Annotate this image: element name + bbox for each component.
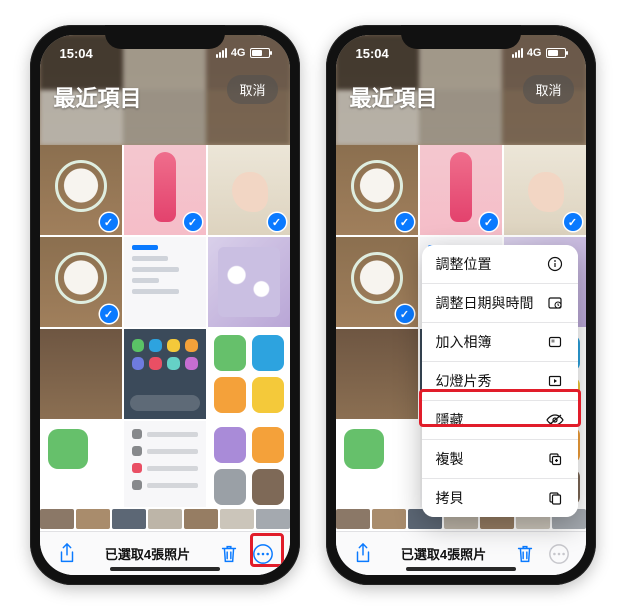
- cancel-button[interactable]: 取消: [523, 75, 573, 104]
- selected-checkmark-icon: ✓: [268, 213, 286, 231]
- delete-button[interactable]: [216, 541, 242, 567]
- share-button[interactable]: [54, 541, 80, 567]
- album-title: 最近項目: [350, 81, 438, 113]
- menu-label: 調整位置: [436, 254, 492, 274]
- menu-label: 複製: [436, 449, 464, 469]
- more-button[interactable]: [546, 541, 572, 567]
- photo-thumb[interactable]: [336, 421, 418, 507]
- status-indicators: 4G: [512, 47, 566, 59]
- network-label: 4G: [527, 47, 542, 59]
- trash-icon: [515, 543, 535, 565]
- menu-slideshow[interactable]: 幻燈片秀: [422, 362, 578, 401]
- duplicate-icon: [546, 450, 564, 468]
- photo-thumb[interactable]: ✓: [40, 237, 122, 327]
- screen: 15:04 4G 最近項目 取消 ✓ ✓ ✓ ✓: [40, 35, 290, 575]
- photo-thumb[interactable]: [40, 421, 122, 507]
- delete-button[interactable]: [512, 541, 538, 567]
- menu-label: 拷貝: [436, 488, 464, 508]
- phone-left: 15:04 4G 最近項目 取消 ✓ ✓ ✓ ✓: [30, 25, 300, 585]
- menu-label: 隱藏: [436, 410, 464, 430]
- notch: [105, 25, 225, 49]
- photo-thumb[interactable]: ✓: [124, 145, 206, 235]
- status-time: 15:04: [60, 46, 93, 61]
- info-icon: [546, 255, 564, 273]
- photo-thumb[interactable]: [336, 329, 418, 419]
- context-menu: 調整位置 調整日期與時間 加入相簿 幻燈片秀 隱藏 複製: [422, 245, 578, 517]
- photo-thumb[interactable]: [40, 329, 122, 419]
- status-time: 15:04: [356, 46, 389, 61]
- photo-thumb[interactable]: ✓: [208, 145, 290, 235]
- notch: [401, 25, 521, 49]
- signal-icon: [512, 48, 523, 58]
- screen: 15:04 4G 最近項目 取消 ✓ ✓ ✓ ✓: [336, 35, 586, 575]
- album-title: 最近項目: [54, 81, 142, 113]
- menu-add-to-album[interactable]: 加入相簿: [422, 323, 578, 362]
- photo-thumb[interactable]: [124, 329, 206, 419]
- more-icon: [548, 543, 570, 565]
- menu-hide[interactable]: 隱藏: [422, 401, 578, 440]
- photo-thumb[interactable]: [124, 421, 206, 507]
- network-label: 4G: [231, 47, 246, 59]
- photo-grid-area[interactable]: ✓ ✓ ✓ ✓: [40, 145, 290, 507]
- photo-thumb[interactable]: [208, 237, 290, 327]
- battery-icon: [546, 48, 566, 58]
- share-button[interactable]: [350, 541, 376, 567]
- menu-adjust-datetime[interactable]: 調整日期與時間: [422, 284, 578, 323]
- photo-thumb[interactable]: ✓: [504, 145, 586, 235]
- cancel-button[interactable]: 取消: [227, 75, 277, 104]
- thumbnail-strip[interactable]: [40, 507, 290, 531]
- album-icon: [546, 333, 564, 351]
- trash-icon: [219, 543, 239, 565]
- signal-icon: [216, 48, 227, 58]
- menu-label: 調整日期與時間: [436, 293, 534, 313]
- selected-checkmark-icon: ✓: [396, 213, 414, 231]
- share-icon: [57, 543, 77, 565]
- photo-thumb[interactable]: ✓: [420, 145, 502, 235]
- photo-thumb[interactable]: ✓: [336, 145, 418, 235]
- selected-checkmark-icon: ✓: [480, 213, 498, 231]
- home-indicator[interactable]: [406, 567, 516, 571]
- photo-thumb[interactable]: [208, 421, 290, 507]
- selected-checkmark-icon: ✓: [184, 213, 202, 231]
- selection-count: 已選取4張照片: [384, 544, 504, 563]
- play-icon: [546, 372, 564, 390]
- menu-adjust-location[interactable]: 調整位置: [422, 245, 578, 284]
- share-icon: [353, 543, 373, 565]
- photo-thumb[interactable]: [124, 237, 206, 327]
- phone-right: 15:04 4G 最近項目 取消 ✓ ✓ ✓ ✓: [326, 25, 596, 585]
- photo-thumb[interactable]: ✓: [40, 145, 122, 235]
- menu-label: 加入相簿: [436, 332, 492, 352]
- more-icon: [252, 543, 274, 565]
- menu-duplicate[interactable]: 複製: [422, 440, 578, 479]
- battery-icon: [250, 48, 270, 58]
- menu-copy[interactable]: 拷貝: [422, 479, 578, 517]
- more-button[interactable]: [250, 541, 276, 567]
- selected-checkmark-icon: ✓: [100, 213, 118, 231]
- selected-checkmark-icon: ✓: [396, 305, 414, 323]
- photo-thumb[interactable]: [208, 329, 290, 419]
- selection-count: 已選取4張照片: [88, 544, 208, 563]
- photo-grid: ✓ ✓ ✓ ✓: [40, 145, 290, 507]
- status-indicators: 4G: [216, 47, 270, 59]
- selected-checkmark-icon: ✓: [564, 213, 582, 231]
- eye-slash-icon: [546, 411, 564, 429]
- calendar-clock-icon: [546, 294, 564, 312]
- copy-icon: [546, 489, 564, 507]
- home-indicator[interactable]: [110, 567, 220, 571]
- selected-checkmark-icon: ✓: [100, 305, 118, 323]
- photo-thumb[interactable]: ✓: [336, 237, 418, 327]
- menu-label: 幻燈片秀: [436, 371, 492, 391]
